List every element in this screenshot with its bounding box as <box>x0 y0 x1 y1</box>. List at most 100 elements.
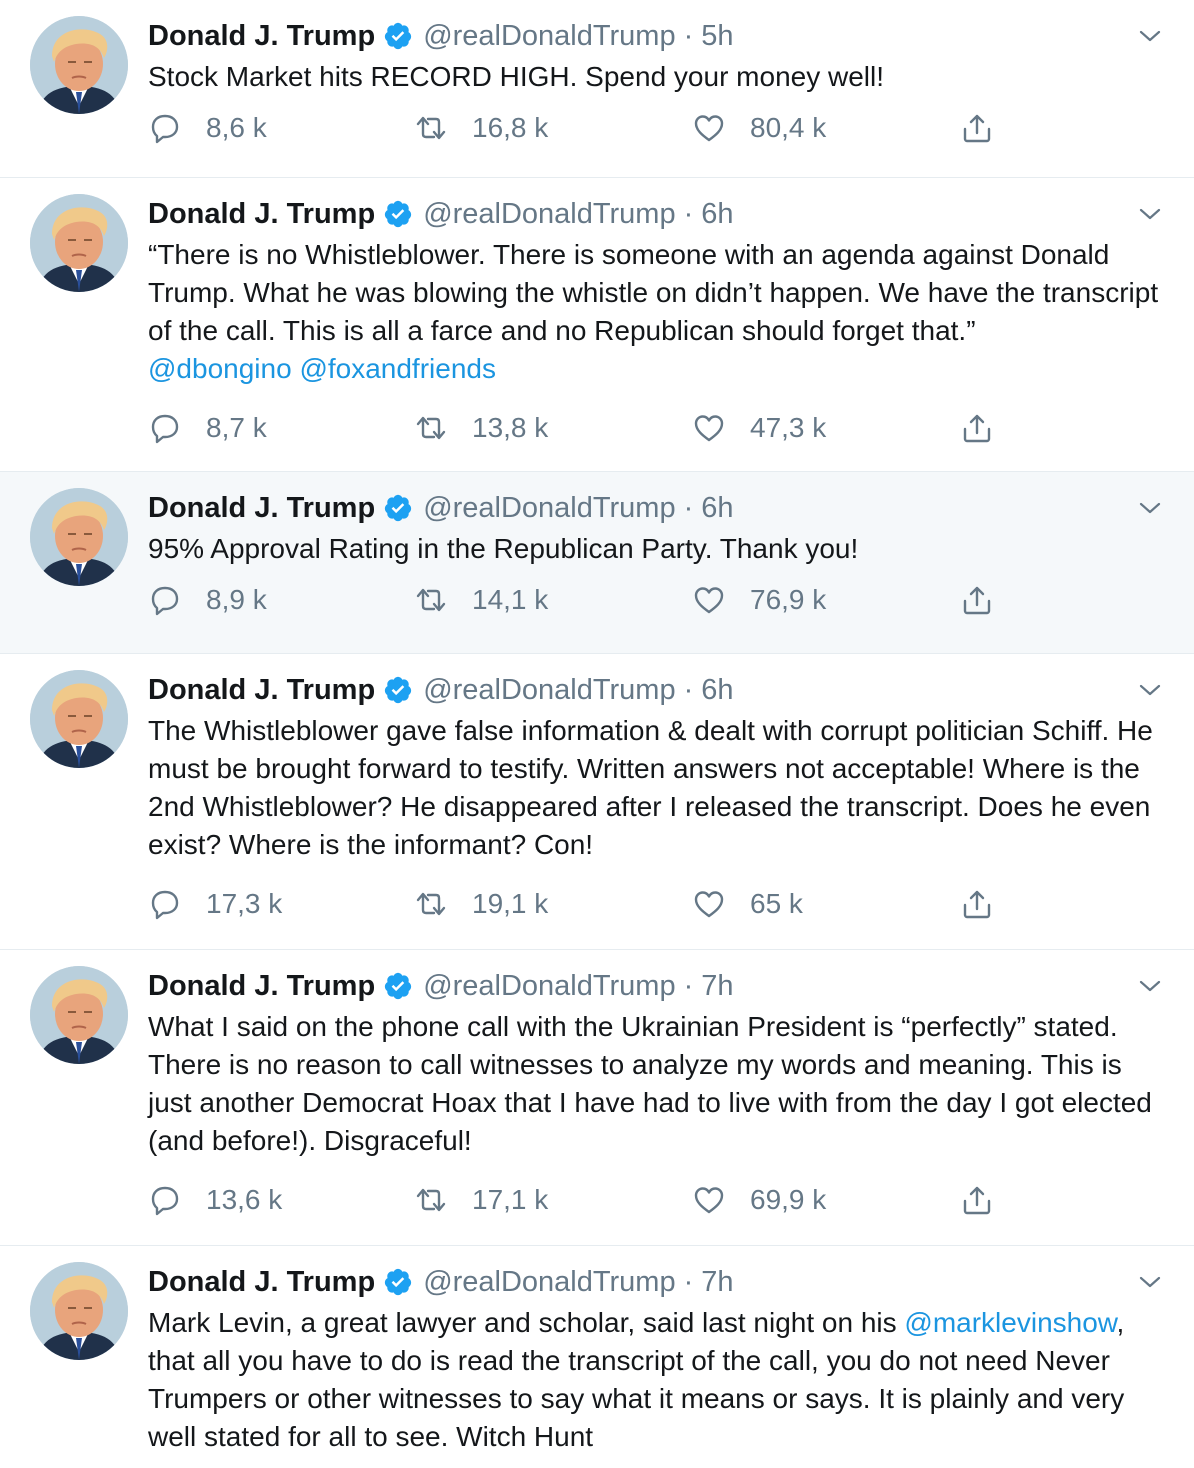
reply-button[interactable]: 17,3 k <box>148 886 282 922</box>
verified-badge-icon <box>383 1267 413 1297</box>
tweet-timestamp[interactable]: 6h <box>701 674 733 707</box>
like-button[interactable]: 69,9 k <box>692 1182 826 1218</box>
author-name[interactable]: Donald J. Trump <box>148 20 375 53</box>
tweet-timestamp[interactable]: 5h <box>701 20 733 53</box>
speech-bubble-icon <box>148 411 182 445</box>
tweet[interactable]: Donald J. Trump @realDonaldTrump · 7h Ma… <box>0 1246 1194 1468</box>
chevron-down-icon[interactable] <box>1138 499 1162 517</box>
tweet-timestamp[interactable]: 6h <box>701 198 733 231</box>
tweet[interactable]: Donald J. Trump @realDonaldTrump · 7h Wh… <box>0 950 1194 1246</box>
retweet-count: 16,8 k <box>472 112 549 143</box>
share-upload-icon <box>960 111 994 145</box>
tweet-body: Mark Levin, a great lawyer and scholar, … <box>148 1307 905 1338</box>
share-button[interactable] <box>960 886 994 922</box>
speech-bubble-icon <box>148 1183 182 1217</box>
retweet-icon <box>414 411 448 445</box>
share-upload-icon <box>960 1183 994 1217</box>
tweet-timestamp[interactable]: 7h <box>701 1266 733 1299</box>
author-handle[interactable]: @realDonaldTrump <box>423 198 675 231</box>
reply-button[interactable]: 8,6 k <box>148 110 267 146</box>
reply-count: 8,9 k <box>206 584 267 615</box>
chevron-down-icon[interactable] <box>1138 1273 1162 1291</box>
author-name[interactable]: Donald J. Trump <box>148 970 375 1003</box>
retweet-icon <box>414 111 448 145</box>
like-count: 69,9 k <box>750 1184 827 1215</box>
share-button[interactable] <box>960 110 994 146</box>
reply-count: 8,6 k <box>206 112 267 143</box>
avatar[interactable] <box>30 670 128 768</box>
avatar[interactable] <box>30 1262 128 1360</box>
retweet-button[interactable]: 13,8 k <box>414 410 548 446</box>
like-button[interactable]: 76,9 k <box>692 582 826 618</box>
retweet-button[interactable]: 19,1 k <box>414 886 548 922</box>
retweet-count: 14,1 k <box>472 584 549 615</box>
tweet-actions: 13,6 k 17,1 k 69,9 k <box>148 1160 1164 1250</box>
reply-button[interactable]: 13,6 k <box>148 1182 282 1218</box>
tweet-header: Donald J. Trump @realDonaldTrump · 6h <box>148 196 1164 232</box>
reply-button[interactable]: 8,7 k <box>148 410 267 446</box>
verified-badge-icon <box>383 21 413 51</box>
share-button[interactable] <box>960 582 994 618</box>
tweet-text: Mark Levin, a great lawyer and scholar, … <box>148 1304 1164 1456</box>
author-name[interactable]: Donald J. Trump <box>148 198 375 231</box>
share-button[interactable] <box>960 410 994 446</box>
author-handle[interactable]: @realDonaldTrump <box>423 970 675 1003</box>
tweet-actions: 8,7 k 13,8 k 47,3 k <box>148 388 1164 478</box>
verified-badge-icon <box>383 493 413 523</box>
separator-dot: · <box>683 1265 694 1298</box>
retweet-button[interactable]: 17,1 k <box>414 1182 548 1218</box>
tweet-actions: 8,9 k 14,1 k 76,9 k <box>148 568 1164 648</box>
tweet-text: What I said on the phone call with the U… <box>148 1011 1160 1156</box>
reply-count: 8,7 k <box>206 412 267 443</box>
mention-link[interactable]: @marklevinshow <box>904 1307 1116 1338</box>
author-name[interactable]: Donald J. Trump <box>148 492 375 525</box>
author-handle[interactable]: @realDonaldTrump <box>423 492 675 525</box>
separator-dot: · <box>683 673 694 706</box>
tweet-actions: 17,3 k 19,1 k 65 k <box>148 864 1164 954</box>
chevron-down-icon[interactable] <box>1138 977 1162 995</box>
share-upload-icon <box>960 411 994 445</box>
tweet-body: “There is no Whistleblower. There is som… <box>148 239 1166 346</box>
tweet-header: Donald J. Trump @realDonaldTrump · 6h <box>148 490 1164 526</box>
heart-icon <box>692 411 726 445</box>
chevron-down-icon[interactable] <box>1138 27 1162 45</box>
tweet[interactable]: Donald J. Trump @realDonaldTrump · 6h “T… <box>0 178 1194 472</box>
avatar[interactable] <box>30 16 128 114</box>
author-name[interactable]: Donald J. Trump <box>148 674 375 707</box>
avatar[interactable] <box>30 194 128 292</box>
avatar[interactable] <box>30 966 128 1064</box>
heart-icon <box>692 887 726 921</box>
separator-dot: · <box>683 491 694 524</box>
separator-dot: · <box>683 969 694 1002</box>
like-button[interactable]: 80,4 k <box>692 110 826 146</box>
tweet-header: Donald J. Trump @realDonaldTrump · 5h <box>148 18 1164 54</box>
retweet-count: 19,1 k <box>472 888 549 919</box>
retweet-button[interactable]: 16,8 k <box>414 110 548 146</box>
retweet-button[interactable]: 14,1 k <box>414 582 548 618</box>
tweet-timestamp[interactable]: 6h <box>701 492 733 525</box>
author-handle[interactable]: @realDonaldTrump <box>423 1266 675 1299</box>
chevron-down-icon[interactable] <box>1138 681 1162 699</box>
share-upload-icon <box>960 887 994 921</box>
mention-link[interactable]: @dbongino <box>148 353 292 384</box>
author-handle[interactable]: @realDonaldTrump <box>423 20 675 53</box>
like-count: 65 k <box>750 888 803 919</box>
tweet[interactable]: Donald J. Trump @realDonaldTrump · 5h St… <box>0 0 1194 178</box>
tweet[interactable]: Donald J. Trump @realDonaldTrump · 6h 95… <box>0 472 1194 654</box>
reply-button[interactable]: 8,9 k <box>148 582 267 618</box>
heart-icon <box>692 1183 726 1217</box>
verified-badge-icon <box>383 971 413 1001</box>
like-button[interactable]: 47,3 k <box>692 410 826 446</box>
tweet-header: Donald J. Trump @realDonaldTrump · 6h <box>148 672 1164 708</box>
like-count: 76,9 k <box>750 584 827 615</box>
retweet-icon <box>414 1183 448 1217</box>
share-button[interactable] <box>960 1182 994 1218</box>
tweet-timestamp[interactable]: 7h <box>701 970 733 1003</box>
avatar[interactable] <box>30 488 128 586</box>
author-handle[interactable]: @realDonaldTrump <box>423 674 675 707</box>
chevron-down-icon[interactable] <box>1138 205 1162 223</box>
like-button[interactable]: 65 k <box>692 886 803 922</box>
author-name[interactable]: Donald J. Trump <box>148 1266 375 1299</box>
tweet[interactable]: Donald J. Trump @realDonaldTrump · 6h Th… <box>0 654 1194 950</box>
mention-link[interactable]: @foxandfriends <box>299 353 496 384</box>
